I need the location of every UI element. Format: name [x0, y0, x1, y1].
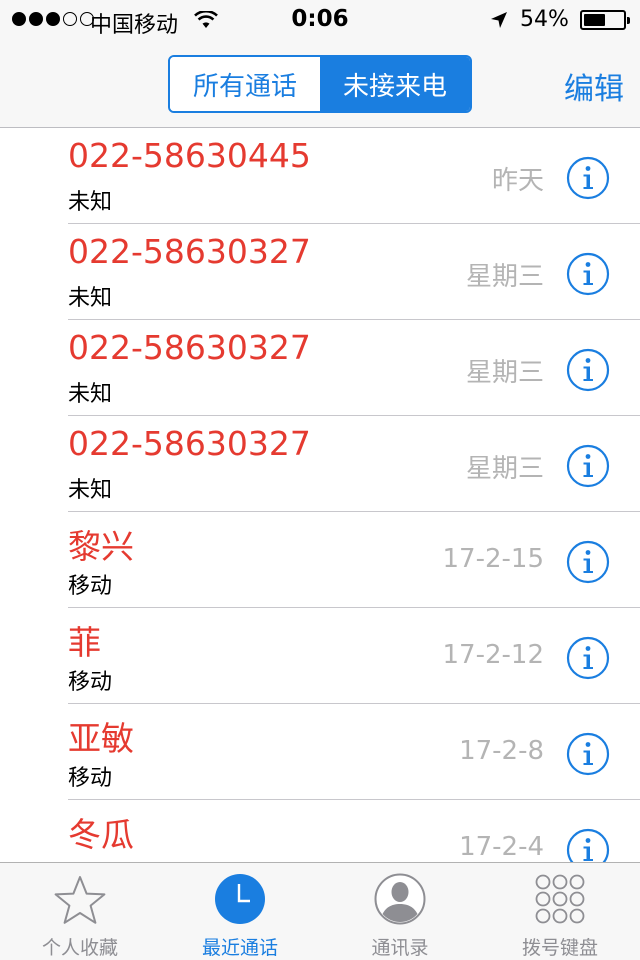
- tab-label: 拨号键盘: [521, 937, 598, 959]
- call-row[interactable]: 022-58630327 未知 星期三: [0, 224, 640, 320]
- caller-name: 022-58630327: [68, 424, 311, 463]
- call-row[interactable]: 黎兴 移动 17-2-15: [0, 512, 640, 608]
- info-icon[interactable]: [566, 828, 610, 862]
- call-filter-segmented-control: 所有通话 未接来电: [168, 55, 472, 113]
- caller-label: 移动: [68, 766, 113, 791]
- caller-name: 022-58630445: [68, 136, 311, 175]
- caller-name: 022-58630327: [68, 328, 311, 367]
- call-date: 星期三: [465, 454, 544, 484]
- location-arrow-icon: [491, 12, 507, 28]
- info-icon[interactable]: [566, 348, 610, 392]
- caller-label: 未知: [68, 382, 113, 407]
- tab-label: 通讯录: [371, 937, 429, 959]
- call-date: 17-2-15: [442, 544, 544, 574]
- call-date: 17-2-4: [459, 832, 544, 862]
- call-row[interactable]: 冬瓜 移动 17-2-4: [0, 800, 640, 862]
- call-row[interactable]: 亚敏 移动 17-2-8: [0, 704, 640, 800]
- tab-bar: 个人收藏 最近通话 通讯录 拨号键盘: [0, 862, 640, 960]
- status-bar: 中国移动 0:06 54%: [0, 0, 640, 40]
- edit-button[interactable]: 编辑: [564, 64, 624, 108]
- contacts-icon: [374, 873, 426, 925]
- tab-label: 最近通话: [201, 937, 278, 959]
- call-row[interactable]: 022-58630327 未知 星期三: [0, 320, 640, 416]
- info-icon[interactable]: [566, 540, 610, 584]
- caller-label: 移动: [68, 574, 113, 599]
- caller-name: 冬瓜: [68, 815, 134, 854]
- call-date: 星期三: [465, 262, 544, 292]
- call-row[interactable]: 022-58630445 未知 昨天: [0, 128, 640, 224]
- recent-calls-list: 022-58630445 未知 昨天 022-58630327 未知 星期三 0…: [0, 128, 640, 862]
- caller-name: 黎兴: [68, 527, 134, 566]
- call-date: 17-2-8: [459, 736, 544, 766]
- info-icon[interactable]: [566, 444, 610, 488]
- segment-all-calls[interactable]: 所有通话: [170, 57, 320, 111]
- call-date: 星期三: [465, 358, 544, 388]
- caller-label: 未知: [68, 286, 113, 311]
- tab-keypad[interactable]: 拨号键盘: [480, 863, 640, 960]
- tab-label: 个人收藏: [41, 937, 118, 959]
- nav-bar: 所有通话 未接来电 编辑: [0, 40, 640, 128]
- battery-percent: 54%: [520, 7, 569, 32]
- tab-favorites[interactable]: 个人收藏: [0, 863, 160, 960]
- info-icon[interactable]: [566, 156, 610, 200]
- star-icon: [54, 876, 106, 924]
- caller-name: 亚敏: [68, 719, 134, 758]
- call-row[interactable]: 菲 移动 17-2-12: [0, 608, 640, 704]
- caller-label: 未知: [68, 190, 113, 215]
- info-icon[interactable]: [566, 732, 610, 776]
- caller-label: 移动: [68, 670, 113, 695]
- caller-name: 022-58630327: [68, 232, 311, 271]
- segment-missed-calls[interactable]: 未接来电: [320, 57, 470, 111]
- tab-recents[interactable]: 最近通话: [160, 863, 320, 960]
- caller-name: 菲: [68, 623, 101, 662]
- tab-contacts[interactable]: 通讯录: [320, 863, 480, 960]
- info-icon[interactable]: [566, 252, 610, 296]
- battery-level: [584, 14, 605, 26]
- call-date: 17-2-12: [442, 640, 544, 670]
- info-icon[interactable]: [566, 636, 610, 680]
- battery-icon: [580, 10, 630, 30]
- keypad-icon: [535, 874, 585, 924]
- caller-label: 未知: [68, 478, 113, 503]
- call-row[interactable]: 022-58630327 未知 星期三: [0, 416, 640, 512]
- call-date: 昨天: [491, 166, 544, 196]
- clock-icon: [215, 874, 265, 924]
